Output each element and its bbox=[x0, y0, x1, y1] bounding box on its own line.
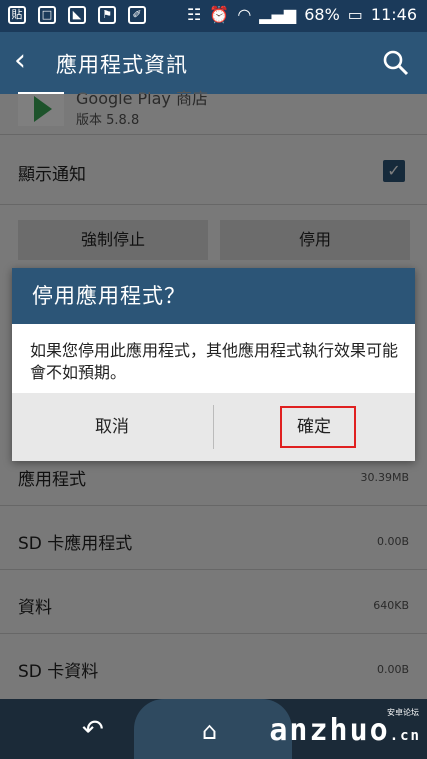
battery-icon: ▭ bbox=[347, 5, 363, 24]
watermark-suffix: .cn bbox=[389, 728, 421, 744]
battery-percent: 68% bbox=[304, 5, 340, 24]
tieba-notification-icon: 貼 bbox=[8, 6, 26, 24]
dialog-message: 如果您停用此應用程式，其他應用程式執行效果可能會不如預期。 bbox=[30, 341, 399, 382]
watermark-text: anzhuo bbox=[269, 713, 390, 748]
app-bar: ‹ 應用程式資訊 bbox=[0, 32, 427, 94]
window-notification-icon: □ bbox=[38, 6, 56, 24]
watermark-logo: anzhuo.cn bbox=[269, 713, 421, 748]
status-bar: 貼 □ ◣ ⚑ ✐ ☷ ⏰ ◠ ▂▄▆ 68% ▭ 11:46 bbox=[0, 0, 427, 32]
cancel-button[interactable]: 取消 bbox=[12, 393, 212, 461]
search-icon[interactable] bbox=[383, 50, 409, 76]
vibrate-icon: ☷ bbox=[187, 5, 202, 24]
dialog-title: 停用應用程式？ bbox=[12, 268, 415, 324]
image-notification-icon: ◣ bbox=[68, 6, 86, 24]
alarm-icon: ⏰ bbox=[209, 5, 230, 24]
back-arrow-icon[interactable]: ‹ bbox=[14, 46, 26, 76]
edit-notification-icon: ✐ bbox=[128, 6, 146, 24]
highlight-box bbox=[280, 406, 356, 448]
page-title: 應用程式資訊 bbox=[56, 53, 188, 77]
signal-icon: ▂▄▆ bbox=[259, 5, 297, 24]
nav-back-icon[interactable]: ↶ bbox=[82, 715, 104, 745]
navigation-bar: ↶ ⌂ 安卓论坛 anzhuo.cn bbox=[0, 699, 427, 759]
nav-home-icon[interactable]: ⌂ bbox=[202, 717, 217, 745]
headset-notification-icon: ⚑ bbox=[98, 6, 116, 24]
clock: 11:46 bbox=[370, 5, 417, 24]
wifi-icon: ◠ bbox=[237, 5, 252, 24]
